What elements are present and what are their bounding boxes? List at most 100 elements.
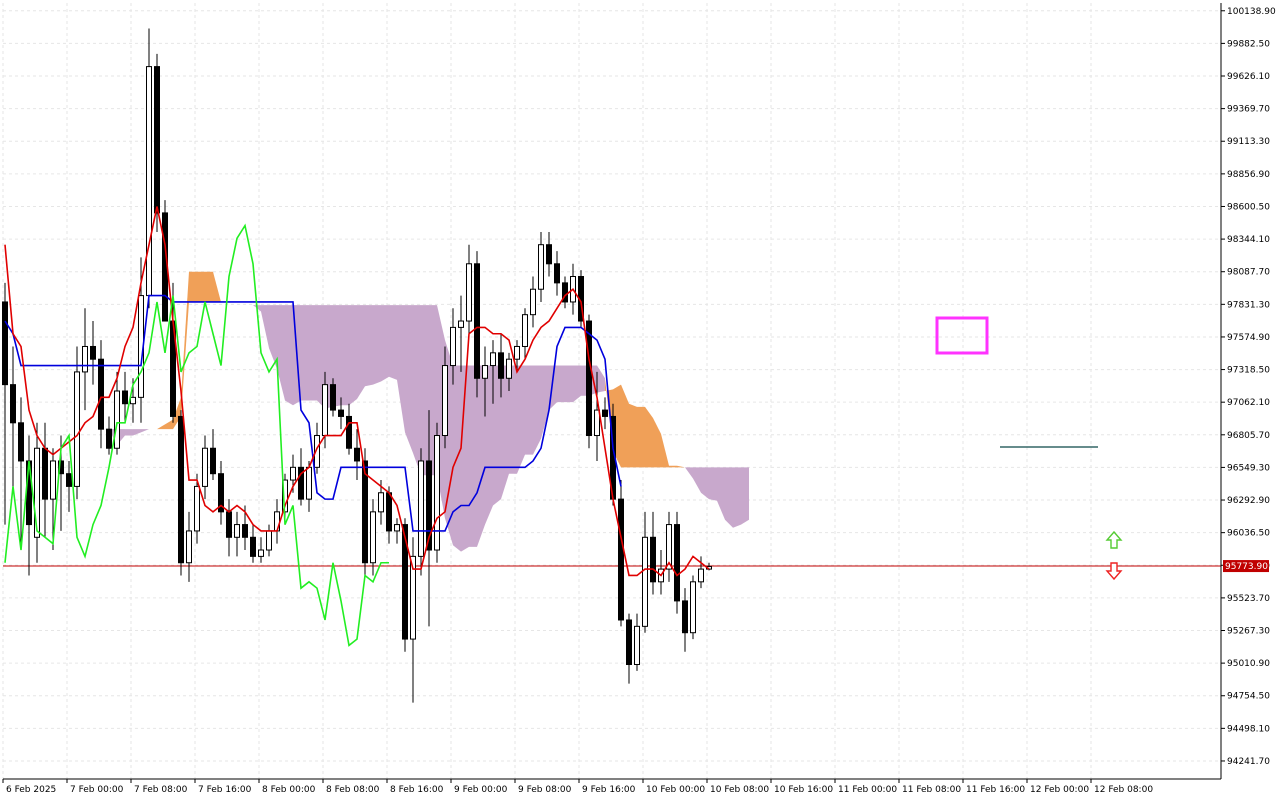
candle-bull [114,390,120,449]
candle-bull [186,530,192,564]
candle-bull [514,345,520,360]
candle-bear [386,492,392,532]
cloud-segment-bearish [565,365,573,403]
candle-bear [626,619,632,666]
candle-bull [594,409,600,437]
candle-bull [322,384,328,437]
candle-bull [442,365,448,437]
cloud-segment-bearish [301,305,309,401]
ichimoku-chart[interactable]: 100138.90 99882.50 99626.10 99369.70 99113.3… [0,0,1280,800]
cloud-segment-bearish [341,305,349,406]
candle-bull [82,345,88,373]
chart-area[interactable]: 100138.90 99882.50 99626.10 99369.70 99113.3… [0,0,1280,800]
cloud-segment-bullish [205,271,213,302]
candle-bear [682,600,688,634]
cloud-segment-bullish [189,271,197,302]
candle-bear [474,263,480,379]
candle-bull [378,492,384,513]
cloud-segment-bearish [525,365,533,455]
candle-bull [306,466,312,500]
candle-bear [90,345,96,360]
cloud-segment-bearish [517,365,525,474]
candle-bear [66,473,72,487]
candle-bear [18,422,24,462]
candle-bear [10,384,16,424]
candle-bull [370,511,376,564]
x-tick-label: 7 Feb 16:00 [198,785,252,795]
y-tick-label: 96292.90 [1227,496,1270,506]
candle-bull [530,288,536,316]
y-tick-label: 98600.50 [1227,202,1270,212]
cloud-segment-bearish [485,365,493,525]
y-tick-label: 98344.10 [1227,235,1270,245]
x-tick-label: 10 Feb 08:00 [710,785,769,795]
y-tick-label: 94754.50 [1227,692,1270,702]
current-price-tag-label: 95773.90 [1225,562,1268,572]
candle-bull [290,466,296,481]
candle-bear [42,447,48,500]
y-tick-label: 97062.10 [1227,398,1270,408]
cloud-segment-bearish [709,467,717,501]
candle-bull [258,549,264,557]
candle-bull [202,447,208,487]
x-tick-label: 8 Feb 08:00 [326,785,380,795]
y-tick-label: 96805.70 [1227,431,1270,441]
x-tick-label: 12 Feb 00:00 [1030,785,1089,795]
cloud-segment-bearish [413,305,421,476]
candle-bear [226,511,232,538]
x-tick-label: 8 Feb 16:00 [390,785,444,795]
candle-bear [250,536,256,557]
x-tick-label: 10 Feb 16:00 [774,785,833,795]
cloud-segment-bearish [373,305,381,385]
y-tick-label: 95267.30 [1227,627,1270,637]
candle-bull [74,371,80,487]
candle-bear [354,447,360,462]
y-tick-label: 98087.70 [1227,268,1270,278]
candle-bear [546,244,552,265]
candle-bull [274,511,280,532]
candle-bear [98,358,104,430]
x-tick-label: 10 Feb 00:00 [646,785,705,795]
candle-bear [242,524,248,538]
x-tick-label: 11 Feb 16:00 [966,785,1025,795]
cloud-segment-bearish [557,365,565,403]
candle-bull [698,568,704,583]
cloud-segment-bearish [285,305,293,406]
y-tick-label: 94241.70 [1227,757,1270,767]
x-tick-label: 9 Feb 16:00 [582,785,636,795]
candle-bull [194,485,200,532]
y-tick-label: 99626.10 [1227,72,1270,82]
candle-bear [346,415,352,449]
cloud-segment-bearish [509,365,517,474]
candle-bull [50,460,56,500]
candle-bear [554,263,560,284]
candle-bear [210,447,216,475]
cloud-segment-bearish [389,305,397,380]
candle-bull [434,435,440,551]
y-tick-label: 95010.90 [1227,659,1270,669]
candle-bull [690,581,696,634]
cloud-segment-bearish [349,305,357,406]
candle-bull [146,66,152,297]
x-tick-label: 9 Feb 08:00 [518,785,572,795]
candle-bear [330,384,336,411]
cloud-segment-bearish [309,305,317,401]
candle-bull [394,524,400,532]
candle-bear [2,301,8,386]
candle-bull [458,320,464,328]
y-tick-label: 97318.50 [1227,366,1270,376]
x-tick-label: 6 Feb 2025 [6,785,56,795]
candle-bear [154,66,160,214]
y-tick-label: 99113.30 [1227,137,1270,147]
cloud-segment-bearish [421,305,429,476]
candle-bull [490,352,496,367]
candle-bear [586,320,592,437]
cloud-segment-bearish [357,305,365,399]
candle-bull [466,263,472,322]
candle-bear [498,352,504,379]
cloud-segment-bullish [669,465,677,468]
cloud-segment-bearish [381,305,389,382]
cloud-segment-bearish [469,365,477,547]
cloud-segment-bearish [405,305,413,454]
candle-bull [130,396,136,405]
